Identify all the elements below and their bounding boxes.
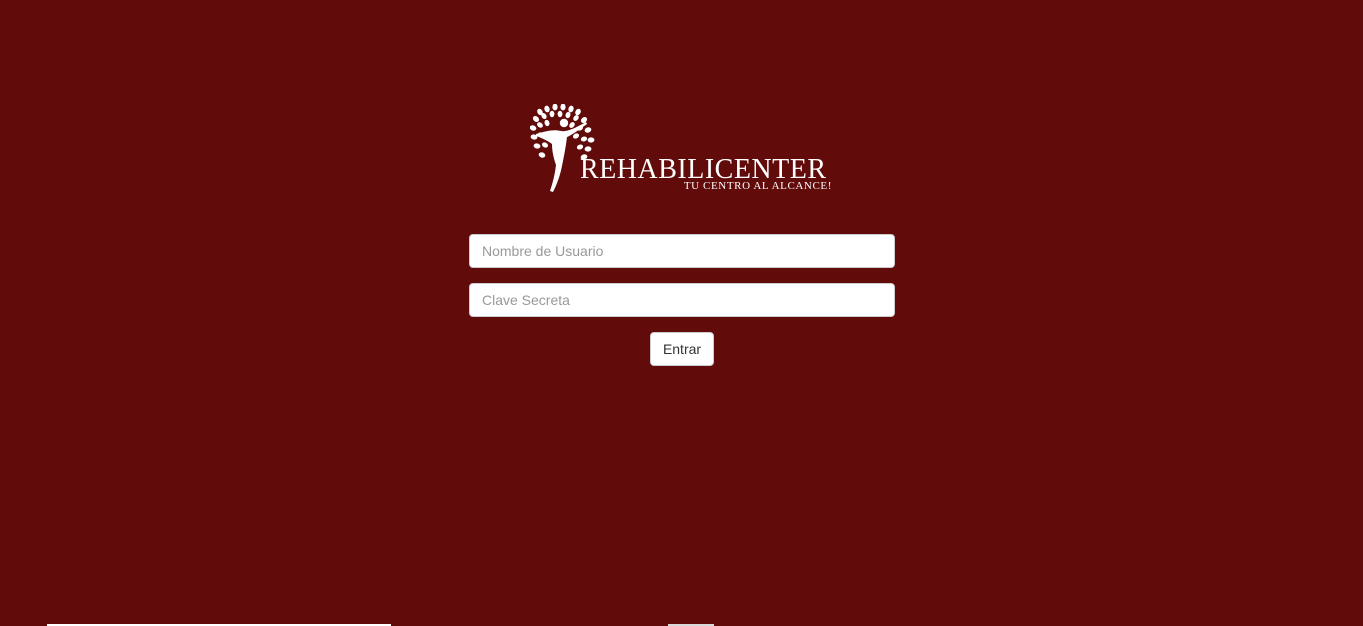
brand-logo: REHABILICENTER TU CENTRO AL ALCANCE! (530, 104, 834, 194)
login-button[interactable]: Entrar (650, 332, 714, 366)
password-input[interactable] (469, 283, 895, 317)
username-input[interactable] (469, 234, 895, 268)
login-page: REHABILICENTER TU CENTRO AL ALCANCE! Ent… (0, 0, 1363, 626)
brand-tagline: TU CENTRO AL ALCANCE! (683, 180, 832, 192)
